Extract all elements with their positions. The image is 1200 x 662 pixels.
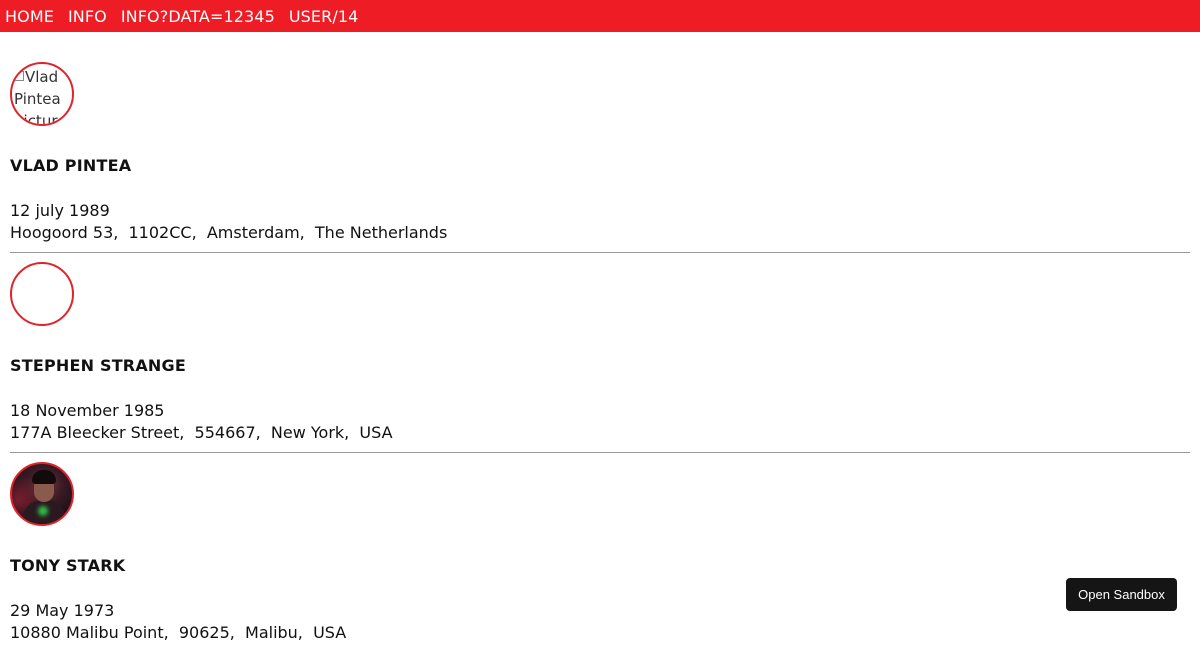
user-name: TONY STARK [10, 556, 126, 575]
user-name: VLAD PINTEA [10, 156, 132, 175]
avatar: Vlad Pintea picture [10, 62, 74, 126]
user-birthdate: 12 july 1989 [10, 201, 110, 220]
avatar [10, 262, 74, 326]
user-birthdate: 18 November 1985 [10, 401, 165, 420]
nav-link-home[interactable]: HOME [5, 7, 54, 26]
user-list: Vlad Pintea picture VLAD PINTEA 12 july … [10, 62, 1190, 662]
user-card: TONY STARK 29 May 1973 10880 Malibu Poin… [10, 462, 1190, 662]
open-sandbox-button[interactable]: Open Sandbox [1066, 578, 1177, 611]
user-card: Vlad Pintea picture VLAD PINTEA 12 july … [10, 62, 1190, 262]
divider [10, 452, 1190, 453]
avatar [10, 462, 74, 526]
user-address: 177A Bleecker Street, 554667, New York, … [10, 423, 393, 442]
user-name: STEPHEN STRANGE [10, 356, 186, 375]
nav-link-info[interactable]: INFO [68, 7, 107, 26]
divider [10, 252, 1190, 253]
user-card: STEPHEN STRANGE 18 November 1985 177A Bl… [10, 262, 1190, 462]
nav-link-user[interactable]: USER/14 [289, 7, 359, 26]
user-address: Hoogoord 53, 1102CC, Amsterdam, The Neth… [10, 223, 448, 242]
nav-link-info-data[interactable]: INFO?DATA=12345 [121, 7, 275, 26]
broken-image-icon [14, 71, 24, 81]
top-navigation-bar: HOME INFO INFO?DATA=12345 USER/14 [0, 0, 1200, 32]
user-birthdate: 29 May 1973 [10, 601, 115, 620]
avatar-alt-text: Vlad Pintea picture [14, 68, 67, 126]
user-address: 10880 Malibu Point, 90625, Malibu, USA [10, 623, 347, 642]
